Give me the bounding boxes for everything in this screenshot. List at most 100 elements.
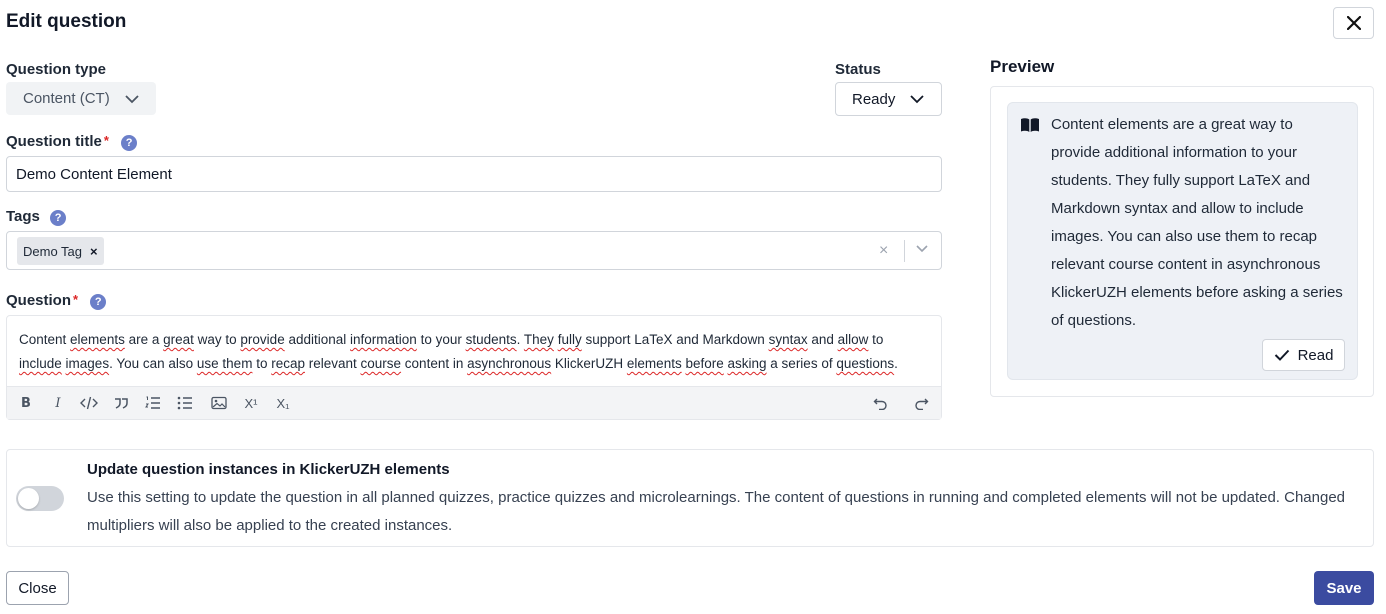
editor-text-segment: . [894,356,898,371]
editor-toolbar: B I X¹ X₁ [7,386,941,419]
question-title-label: Question title * ? [6,133,138,151]
undo-button[interactable] [870,393,892,413]
chevron-down-icon [125,94,139,103]
spellcheck-word: questions [836,356,895,371]
spellcheck-word: use them [196,356,253,371]
spellcheck-word: elements [70,332,125,347]
ordered-list-button[interactable] [142,393,164,413]
editor-text-segment: . You can also [109,356,197,371]
editor-text-segment: to [868,332,884,347]
question-type-select[interactable]: Content (CT) [6,82,156,115]
spellcheck-word: students [465,332,517,347]
question-type-value: Content (CT) [23,90,110,107]
required-marker: * [103,133,109,148]
code-button[interactable] [78,393,100,413]
read-button[interactable]: Read [1262,339,1345,371]
spellcheck-word: course [360,356,402,371]
bold-button[interactable]: B [15,393,37,413]
tags-label-text: Tags [6,208,40,225]
toggle-knob [18,488,39,509]
editor-text-segment: support LaTeX and Markdown [581,332,769,347]
editor-text-segment: Content [19,332,71,347]
question-type-label: Question type [6,61,107,78]
status-label: Status [835,61,881,78]
redo-icon [915,398,929,410]
spellcheck-word: provide [240,332,285,347]
spellcheck-word: information [350,332,417,347]
undo-icon [873,398,887,410]
editor-text-segment: content in [401,356,468,371]
close-button[interactable]: Close [6,571,69,605]
editor-text-segment: KlickerUZH [551,356,627,371]
question-label: Question * ? [6,292,107,310]
editor-text-segment: relevant [304,356,361,371]
help-icon[interactable]: ? [90,294,107,310]
editor-text-segment: additional [284,332,351,347]
spellcheck-word: syntax [768,332,808,347]
editor-text-segment: and [807,332,838,347]
code-icon [80,396,98,410]
dialog-title: Edit question [6,11,127,32]
question-title-label-text: Question title [6,133,102,150]
image-button[interactable] [208,393,230,413]
superscript-button[interactable]: X¹ [240,393,262,413]
preview-title: Preview [990,57,1055,76]
italic-button[interactable]: I [47,393,69,413]
editor-text-segment: . [516,332,524,347]
close-icon [1346,16,1361,30]
remove-tag-icon[interactable]: × [90,244,98,259]
question-title-input[interactable]: Demo Content Element [6,156,942,192]
quote-icon [115,398,128,409]
spellcheck-word: asking [727,356,767,371]
spellcheck-word: allow [837,332,869,347]
status-select[interactable]: Ready [835,82,942,116]
spellcheck-word: images [65,356,110,371]
image-icon [211,396,227,410]
tags-label: Tags ? [6,208,67,226]
help-icon[interactable]: ? [121,135,138,151]
spellcheck-word: include [19,356,62,371]
update-instances-setting: Update question instances in KlickerUZH … [6,449,1374,547]
checkmark-icon [1274,349,1289,361]
editor-text-segment: are a [124,332,164,347]
tags-select[interactable]: Demo Tag × × [6,231,942,270]
preview-content-card: Content elements are a great way to prov… [1007,102,1358,380]
editor-text-segment: to your [416,332,466,347]
subscript-button[interactable]: X₁ [272,393,294,413]
editor-text-segment: to [252,356,272,371]
question-label-text: Question [6,292,72,309]
question-editor-content[interactable]: Content elements are a great way to prov… [19,328,929,376]
preview-text: Content elements are a great way to prov… [1051,116,1343,329]
required-marker: * [73,292,79,307]
book-icon [1021,118,1039,132]
clear-tags-icon[interactable]: × [879,242,888,260]
read-label: Read [1297,346,1334,364]
chevron-down-icon[interactable] [915,242,929,256]
update-setting-description: Use this setting to update the question … [87,489,1346,534]
chevron-down-icon [910,95,924,104]
quote-button[interactable] [110,393,132,413]
spellcheck-word: elements [626,356,682,371]
bullet-list-icon [177,396,192,410]
status-value: Ready [852,90,896,108]
preview-panel: Content elements are a great way to prov… [990,86,1374,397]
bullet-list-button[interactable] [174,393,196,413]
tag-label: Demo Tag [23,243,83,259]
spellcheck-word: They [523,332,554,347]
editor-text-segment: way to [193,332,241,347]
question-editor[interactable]: Content elements are a great way to prov… [6,315,942,420]
ordered-list-icon [145,396,160,409]
spellcheck-word: recap [271,356,305,371]
tag-chip: Demo Tag × [17,237,104,265]
save-button[interactable]: Save [1314,571,1374,605]
spellcheck-word: before [685,356,724,371]
redo-button[interactable] [910,393,932,413]
update-instances-toggle[interactable] [16,486,64,511]
spellcheck-word: great [163,332,194,347]
update-setting-title: Update question instances in KlickerUZH … [87,461,450,478]
close-dialog-button[interactable] [1333,7,1374,39]
spellcheck-word: fully [557,332,582,347]
help-icon[interactable]: ? [50,210,67,226]
question-title-value: Demo Content Element [16,165,172,183]
editor-text-segment: a series of [766,356,837,371]
